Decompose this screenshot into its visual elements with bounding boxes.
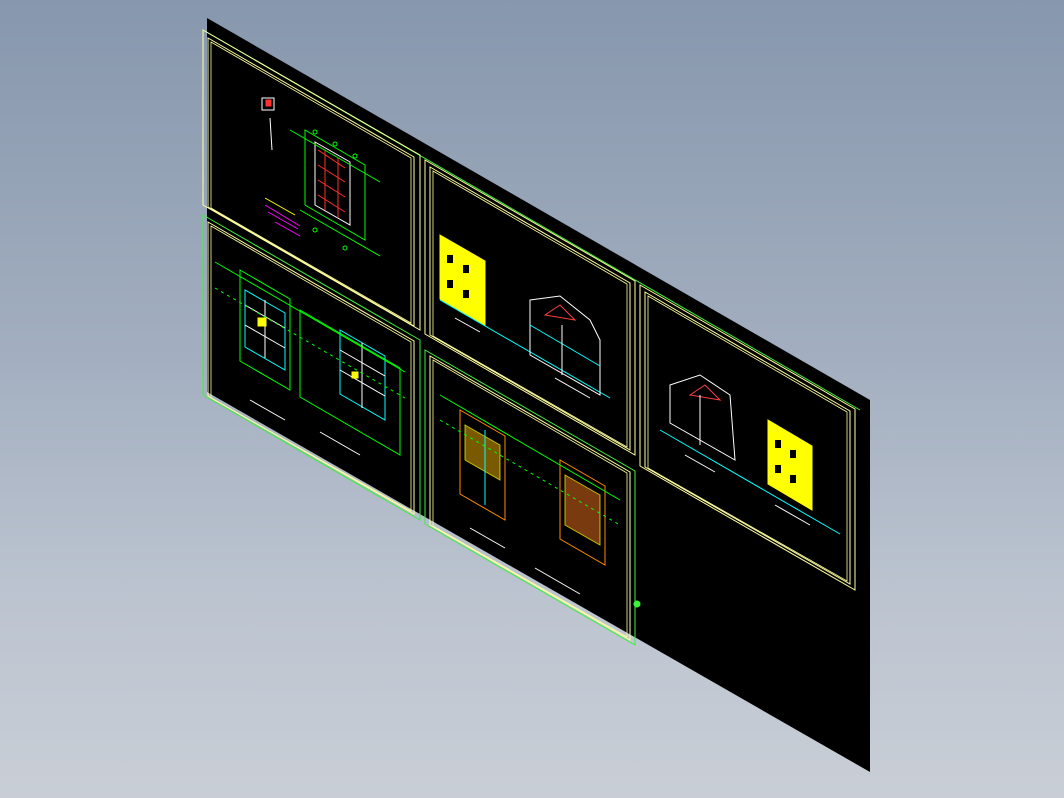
isometric-drawing-scene[interactable]	[0, 0, 1064, 798]
selection-grip[interactable]	[633, 600, 641, 608]
cad-viewport[interactable]	[0, 0, 1064, 798]
